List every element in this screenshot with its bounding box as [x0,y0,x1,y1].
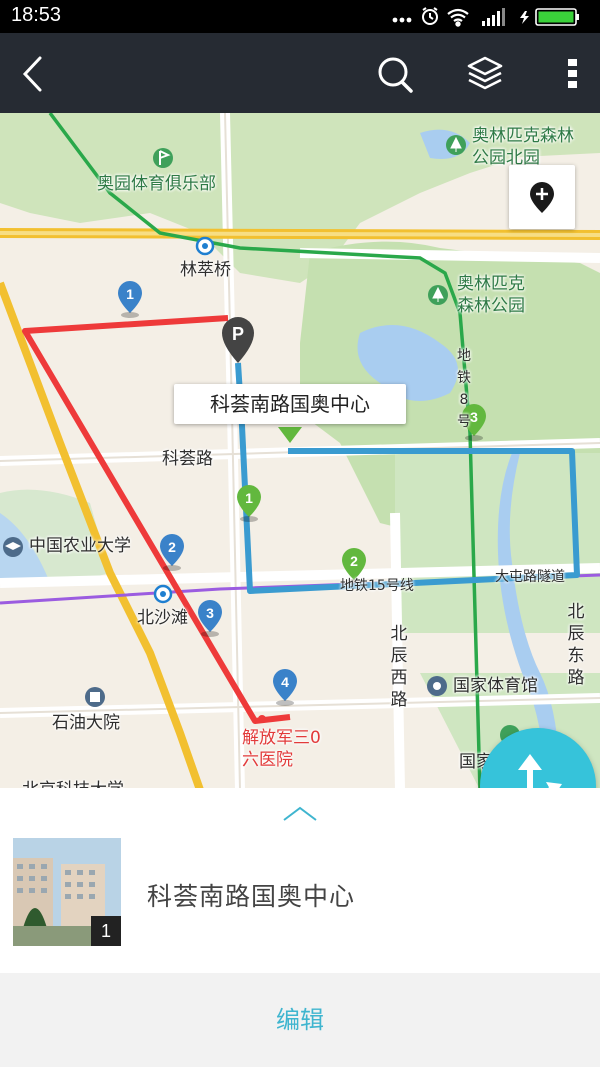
building-icon [85,687,105,707]
battery-icon [520,8,579,26]
park-icon [428,285,448,305]
status-time: 18:53 [11,4,62,26]
label-lincui-bridge: 林萃桥 [180,260,231,280]
subway-station-icon [153,584,173,604]
label-national-stadium: 国家体育馆 [453,676,538,696]
label-shiyou: 石油大院 [52,713,120,733]
back-icon[interactable] [18,55,48,93]
svg-text:1: 1 [245,490,253,506]
label-tunnel: 大屯路隧道 [495,569,565,585]
svg-text:2: 2 [168,539,176,555]
hospital-icon [258,715,266,723]
status-icons [392,7,579,27]
label-olympic-forest: 奥林匹克森林公园 [457,274,525,316]
more-dots-icon [392,17,412,23]
top-toolbar [0,33,600,113]
alarm-icon [422,7,438,25]
subway-station-icon [195,236,215,256]
blue-marker-1: 1 [118,281,142,318]
label-kehui-road: 科荟路 [162,449,213,469]
map-view[interactable]: P 1 2 3 4 1 2 3 奥园体育俱乐部 奥林匹克森林公园北园 奥林匹克森… [0,113,600,790]
svg-text:2: 2 [350,553,358,569]
signal-icon [482,8,505,26]
search-icon[interactable] [376,55,416,95]
park-icon [446,135,466,155]
label-olympic-forest-north: 奥林匹克森林公园北园 [472,126,574,168]
stadium-icon [427,676,447,696]
add-location-icon [530,182,554,213]
edit-button[interactable]: 编辑 [0,973,600,1067]
label-olympic-club: 奥园体育俱乐部 [97,174,216,194]
label-beishatan: 北沙滩 [137,608,188,628]
place-detail-sheet: 1 科荟南路国奥中心 [0,788,600,973]
layers-icon[interactable] [466,55,504,91]
svg-text:P: P [232,324,244,344]
footer-bar: 编辑 [0,973,600,1067]
golf-icon [153,148,173,168]
school-icon [3,537,23,557]
place-name: 科荟南路国奥中心 [147,882,356,911]
label-beichen-west: 北辰西路 [390,624,408,710]
wifi-icon [447,8,469,27]
label-agri-university: 中国农业大学 [29,536,131,556]
status-bar: 18:53 [0,0,600,33]
selected-place-callout[interactable]: 科荟南路国奥中心 [174,384,406,424]
chevron-up-icon[interactable] [280,804,320,824]
svg-text:4: 4 [281,674,289,690]
label-metro8: 地铁8号 [457,348,471,430]
svg-text:3: 3 [206,605,214,621]
svg-text:1: 1 [126,286,134,302]
label-beichen-east: 北辰东路 [567,602,585,688]
label-hospital: 解放军三0六医院 [242,728,321,770]
photo-count-badge: 1 [91,916,121,946]
green-marker-1: 1 [237,485,261,522]
place-photo-thumbnail[interactable]: 1 [13,838,121,946]
label-metro15: 地铁15号线 [340,578,414,594]
add-location-button[interactable] [509,165,575,229]
green-marker-callout [278,427,302,443]
overflow-menu-icon[interactable] [566,57,580,91]
blue-marker-4: 4 [273,669,297,706]
